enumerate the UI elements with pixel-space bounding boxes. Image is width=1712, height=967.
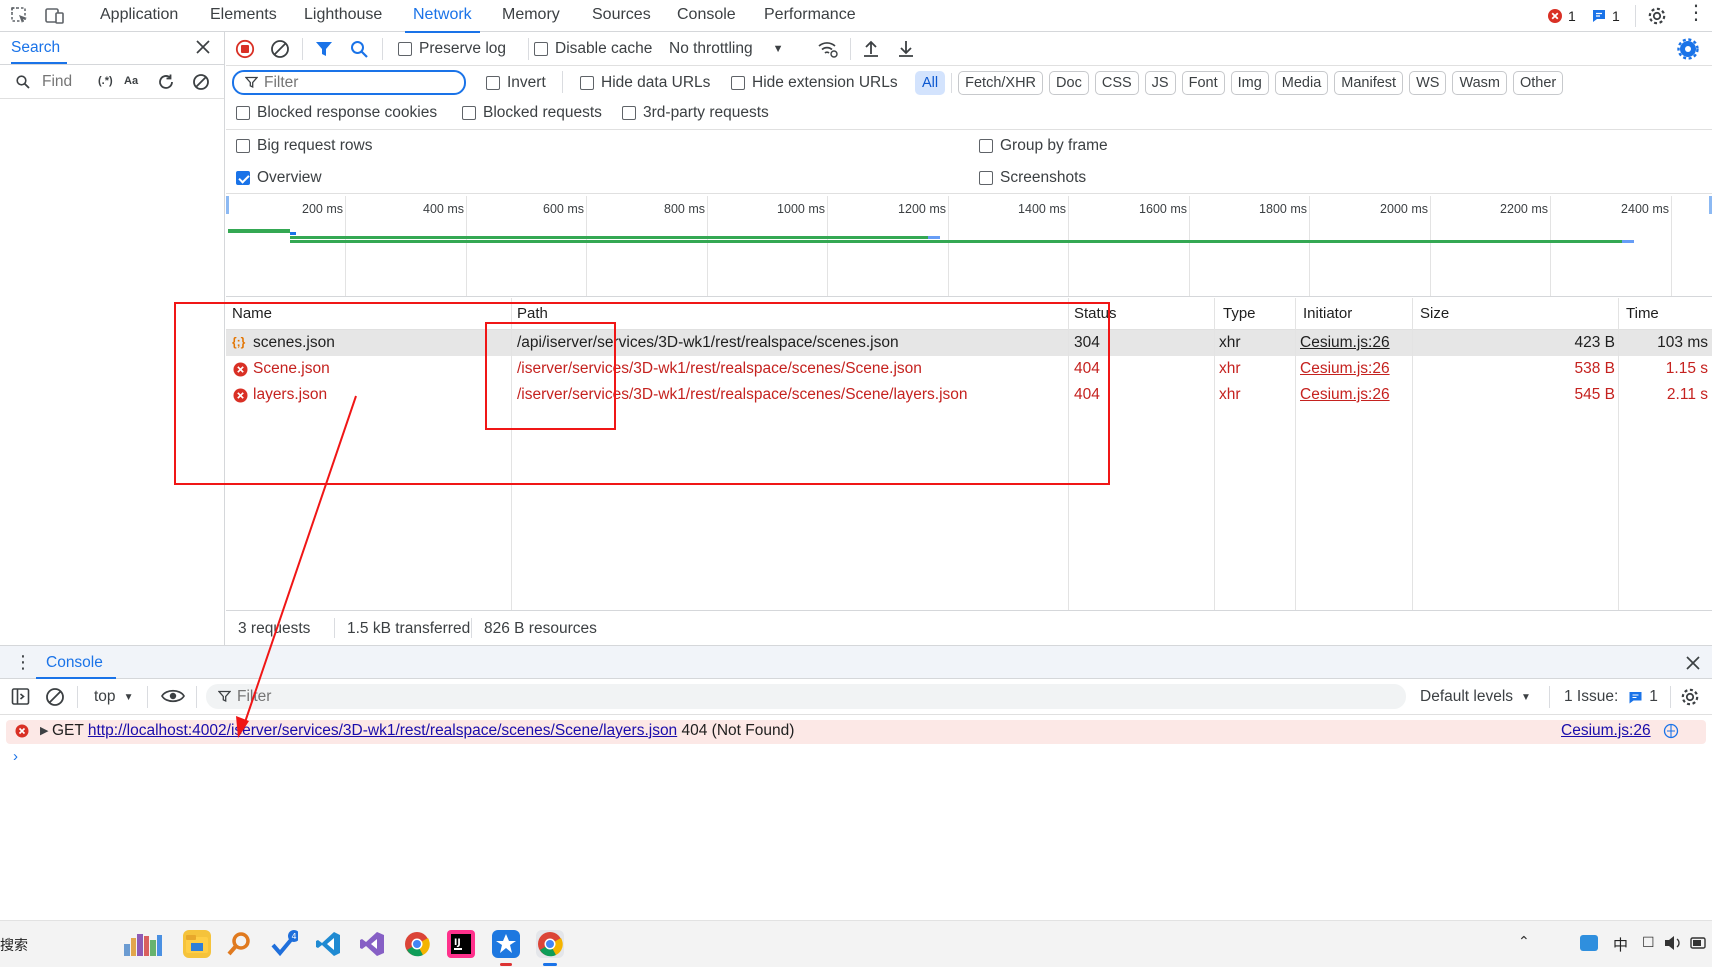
taskbar-books-icon[interactable] [120, 930, 172, 958]
svg-text:IJ: IJ [454, 938, 461, 948]
visual-studio-icon[interactable] [358, 930, 386, 958]
annotation-arrow [236, 395, 357, 738]
tray-icon[interactable]: ☐ [1642, 934, 1655, 951]
check-app-icon[interactable]: 4 [270, 930, 298, 958]
star-app-icon[interactable] [492, 930, 520, 958]
chevron-up-icon[interactable]: ⌃ [1518, 933, 1530, 950]
jetbrains-icon[interactable]: IJ [447, 930, 475, 958]
tray-app-icon[interactable] [1580, 935, 1598, 951]
windows-taskbar: 搜索 4 IJ ⌃ 中 ☐ [0, 920, 1712, 967]
taskbar-search[interactable]: 搜索 [0, 935, 28, 955]
search-app-icon[interactable] [226, 930, 254, 958]
svg-text:4: 4 [292, 932, 297, 941]
file-explorer-icon[interactable] [183, 930, 211, 958]
chrome-active-icon[interactable] [536, 930, 564, 958]
chrome-icon[interactable] [403, 930, 431, 958]
vscode-icon[interactable] [314, 930, 342, 958]
volume-icon[interactable] [1664, 935, 1682, 951]
battery-icon[interactable] [1690, 935, 1708, 951]
ime-indicator[interactable]: 中 [1613, 934, 1628, 955]
